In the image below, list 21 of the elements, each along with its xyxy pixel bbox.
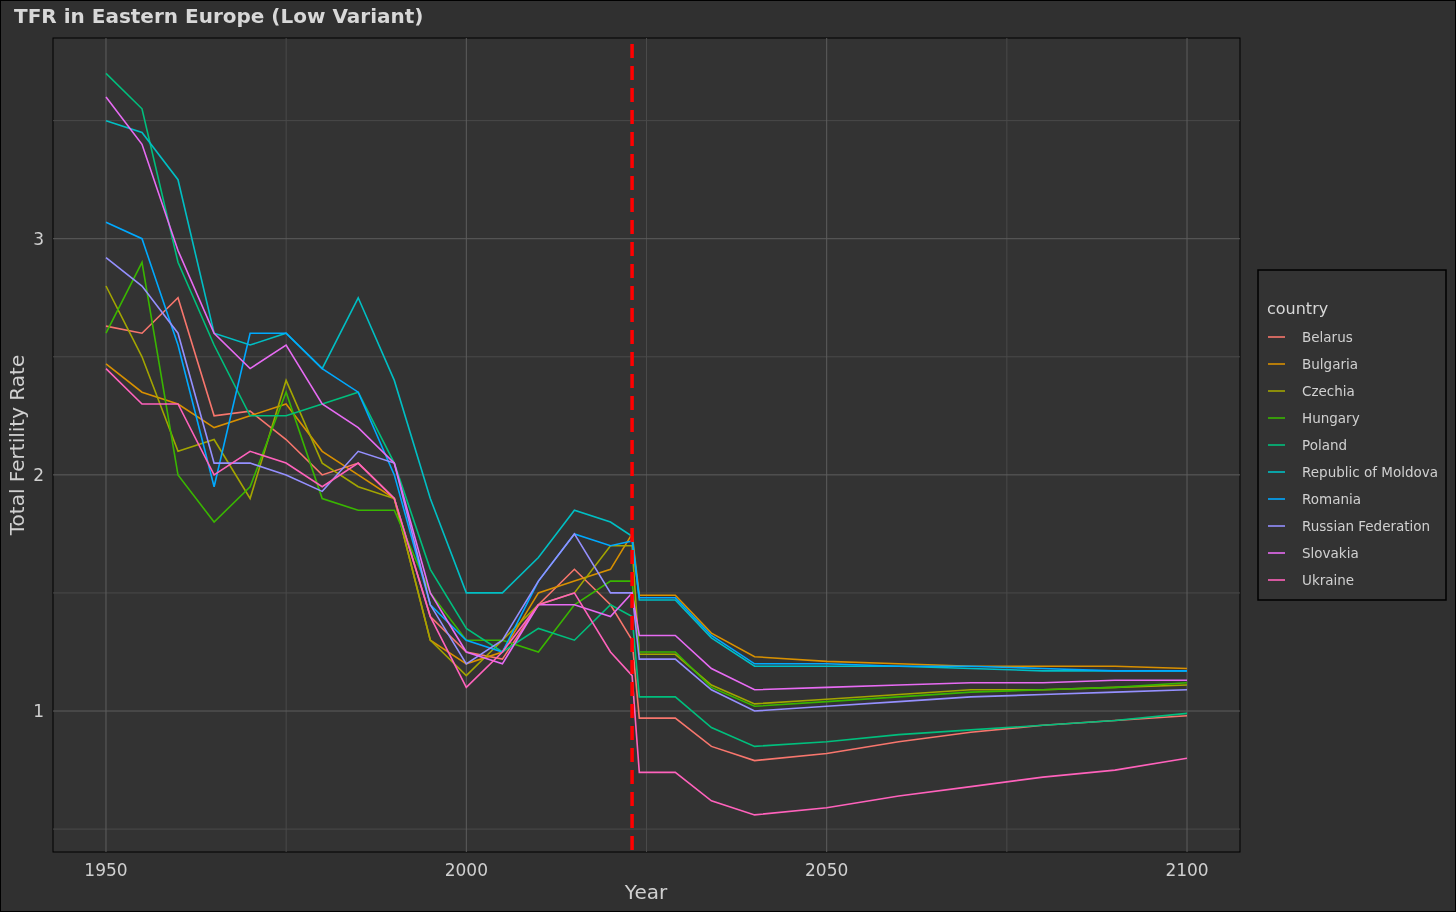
legend-label: Belarus <box>1302 329 1353 345</box>
x-tick-label: 2000 <box>444 860 488 880</box>
y-tick-label: 3 <box>33 228 44 249</box>
y-axis-title: Total Fertility Rate <box>5 354 29 536</box>
y-tick-label: 2 <box>33 464 44 485</box>
legend-label: Czechia <box>1302 383 1355 399</box>
legend-label: Republic of Moldova <box>1302 464 1439 480</box>
legend-label: Romania <box>1302 491 1362 507</box>
x-axis-title: Year <box>624 880 668 904</box>
legend-label: Poland <box>1302 437 1348 453</box>
x-tick-label: 2100 <box>1165 860 1209 880</box>
legend-label: Slovakia <box>1302 545 1359 561</box>
legend-title: country <box>1267 299 1329 318</box>
legend-label: Ukraine <box>1302 572 1355 588</box>
x-tick-label: 1950 <box>84 860 128 880</box>
legend-label: Russian Federation <box>1302 518 1431 534</box>
legend-label: Hungary <box>1302 410 1360 426</box>
legend-label: Bulgaria <box>1302 356 1358 372</box>
y-tick-label: 1 <box>33 701 44 721</box>
chart-title: TFR in Eastern Europe (Low Variant) <box>14 4 424 28</box>
x-tick-label: 2050 <box>805 860 849 880</box>
